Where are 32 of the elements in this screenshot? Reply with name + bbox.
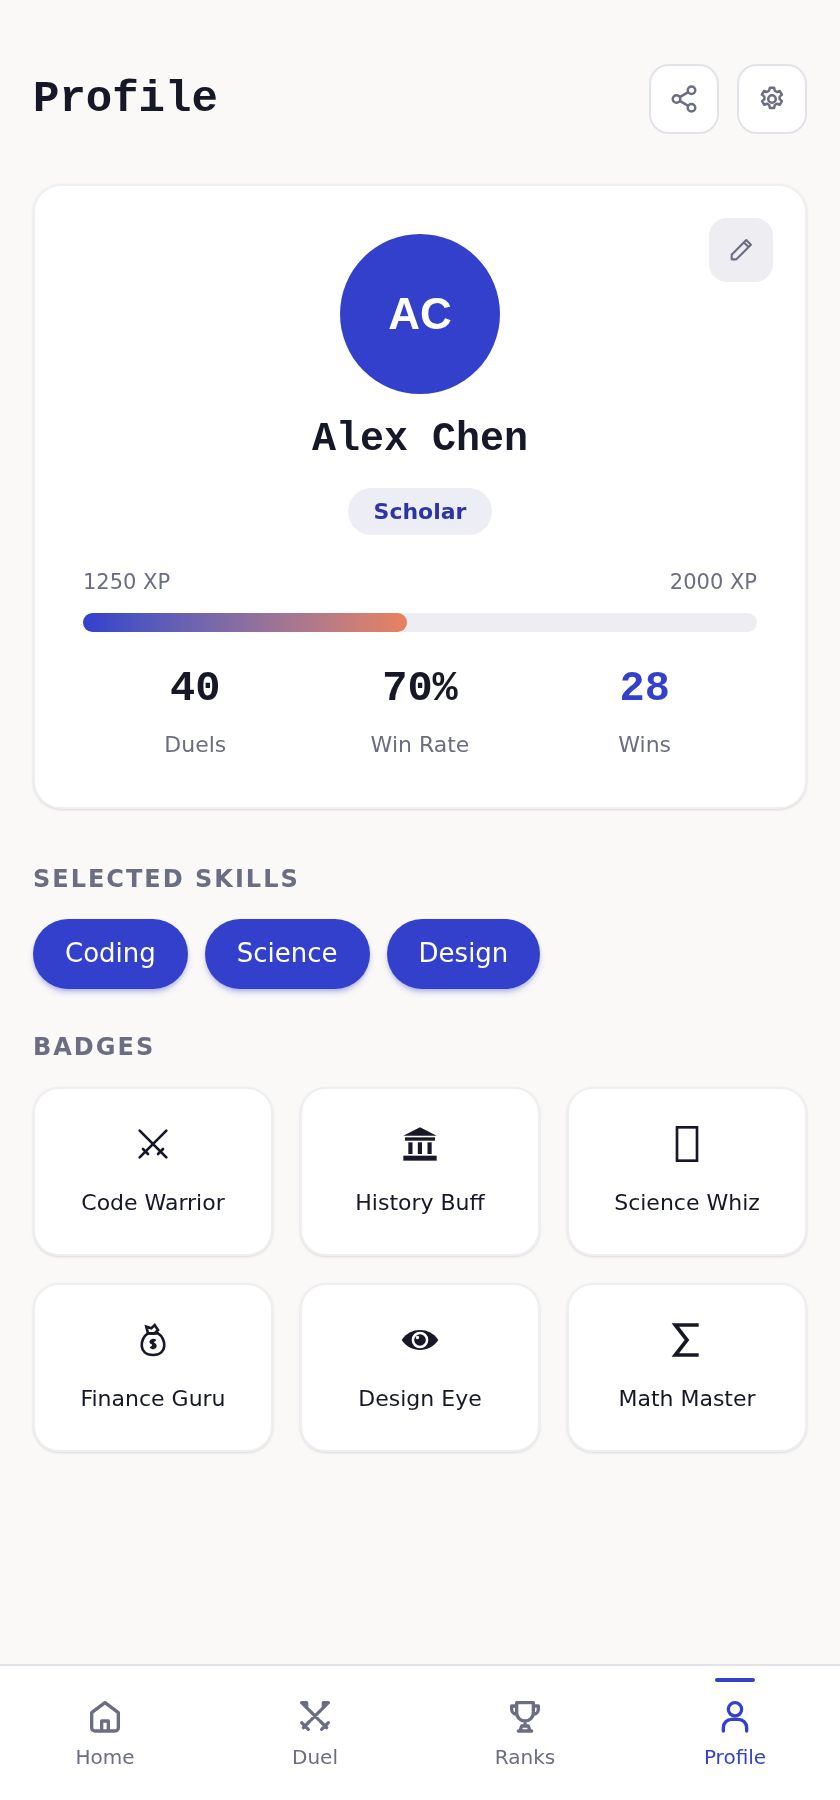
share-button[interactable] [649, 64, 719, 134]
section-heading: BADGES [33, 1031, 157, 1063]
xp-current: 1250 XP [83, 569, 171, 596]
badge-label: Finance Guru [80, 1384, 226, 1413]
settings-button[interactable] [737, 64, 807, 134]
share-icon [669, 84, 699, 114]
badge-label: Math Master [618, 1384, 756, 1413]
stat-label: Win Rate [370, 730, 470, 759]
badge-label: Science Whiz [614, 1188, 760, 1217]
nav-tab[interactable]: Profile [630, 1666, 840, 1800]
stat-label: Duels [164, 730, 227, 759]
stat-value: 28 [619, 667, 670, 710]
stat-label: Wins [618, 730, 672, 759]
badge-label: Code Warrior [81, 1188, 225, 1217]
skill-chip: Science [204, 918, 370, 989]
user-name: Alex Chen [311, 420, 528, 460]
rank-chip: Scholar [347, 488, 493, 535]
section-heading: SELECTED SKILLS [33, 863, 301, 895]
badge-label: Design Eye [358, 1384, 482, 1413]
skill-chip: Coding [33, 918, 188, 989]
page-title: Profile [33, 77, 218, 121]
nav-tab[interactable]: Ranks [420, 1666, 630, 1800]
stat-value: 70% [382, 667, 458, 710]
active-indicator [715, 1678, 755, 1682]
edit-button[interactable] [709, 218, 773, 282]
skill-chip: Design [386, 918, 541, 989]
avatar: AC [340, 234, 500, 394]
nav-tab[interactable]: Duel [210, 1666, 420, 1800]
badge-label: History Buff [355, 1188, 485, 1217]
nav-tab[interactable]: Home [0, 1666, 210, 1800]
xp-goal: 2000 XP [669, 569, 757, 596]
stat-value: 40 [170, 667, 221, 710]
